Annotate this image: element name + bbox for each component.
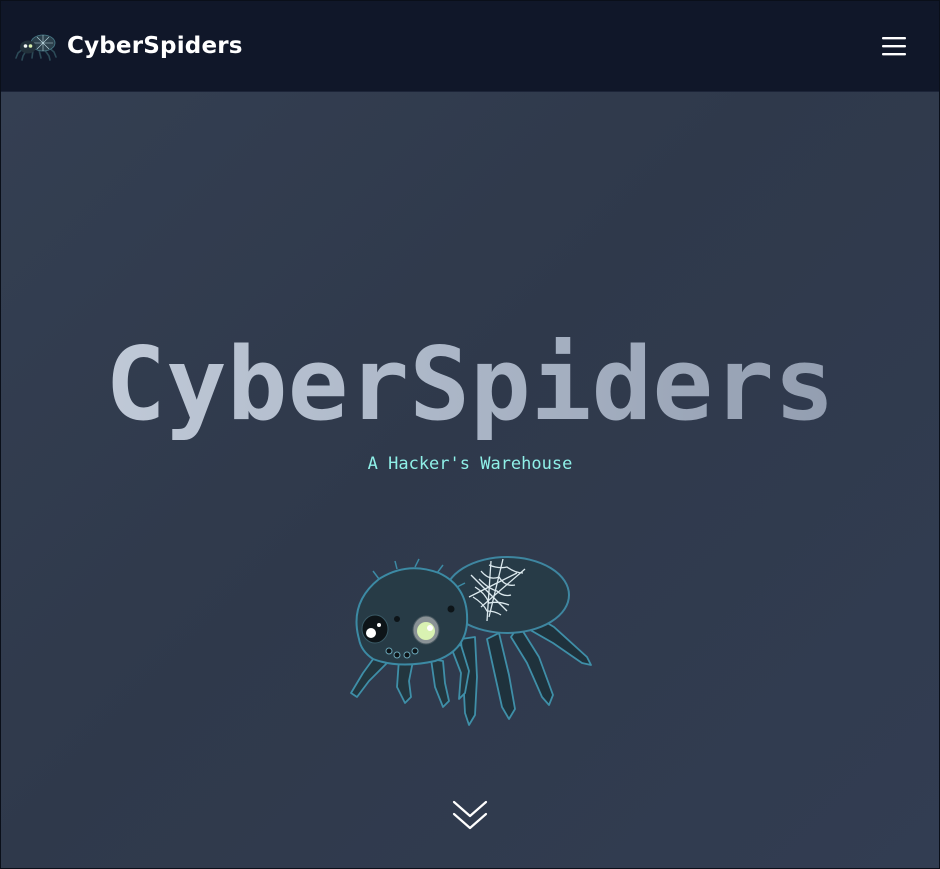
- brand-link[interactable]: CyberSpiders: [15, 31, 243, 61]
- menu-toggle-button[interactable]: [869, 30, 919, 64]
- page-frame: CyberSpiders CyberSpiders A Hacker's War…: [0, 0, 940, 869]
- hero-title: CyberSpiders: [1, 324, 939, 444]
- spider-logo-icon: [15, 34, 57, 61]
- hero-subtitle: A Hacker's Warehouse: [367, 454, 573, 474]
- brand-name: CyberSpiders: [67, 33, 243, 59]
- spider-mascot-illustration: [350, 556, 592, 726]
- navbar: CyberSpiders: [1, 1, 939, 92]
- hero-section: CyberSpiders A Hacker's Warehouse: [1, 92, 939, 868]
- double-chevron-down-icon: [452, 800, 488, 830]
- hamburger-menu-icon: [882, 37, 906, 56]
- scroll-down-button[interactable]: [450, 798, 490, 834]
